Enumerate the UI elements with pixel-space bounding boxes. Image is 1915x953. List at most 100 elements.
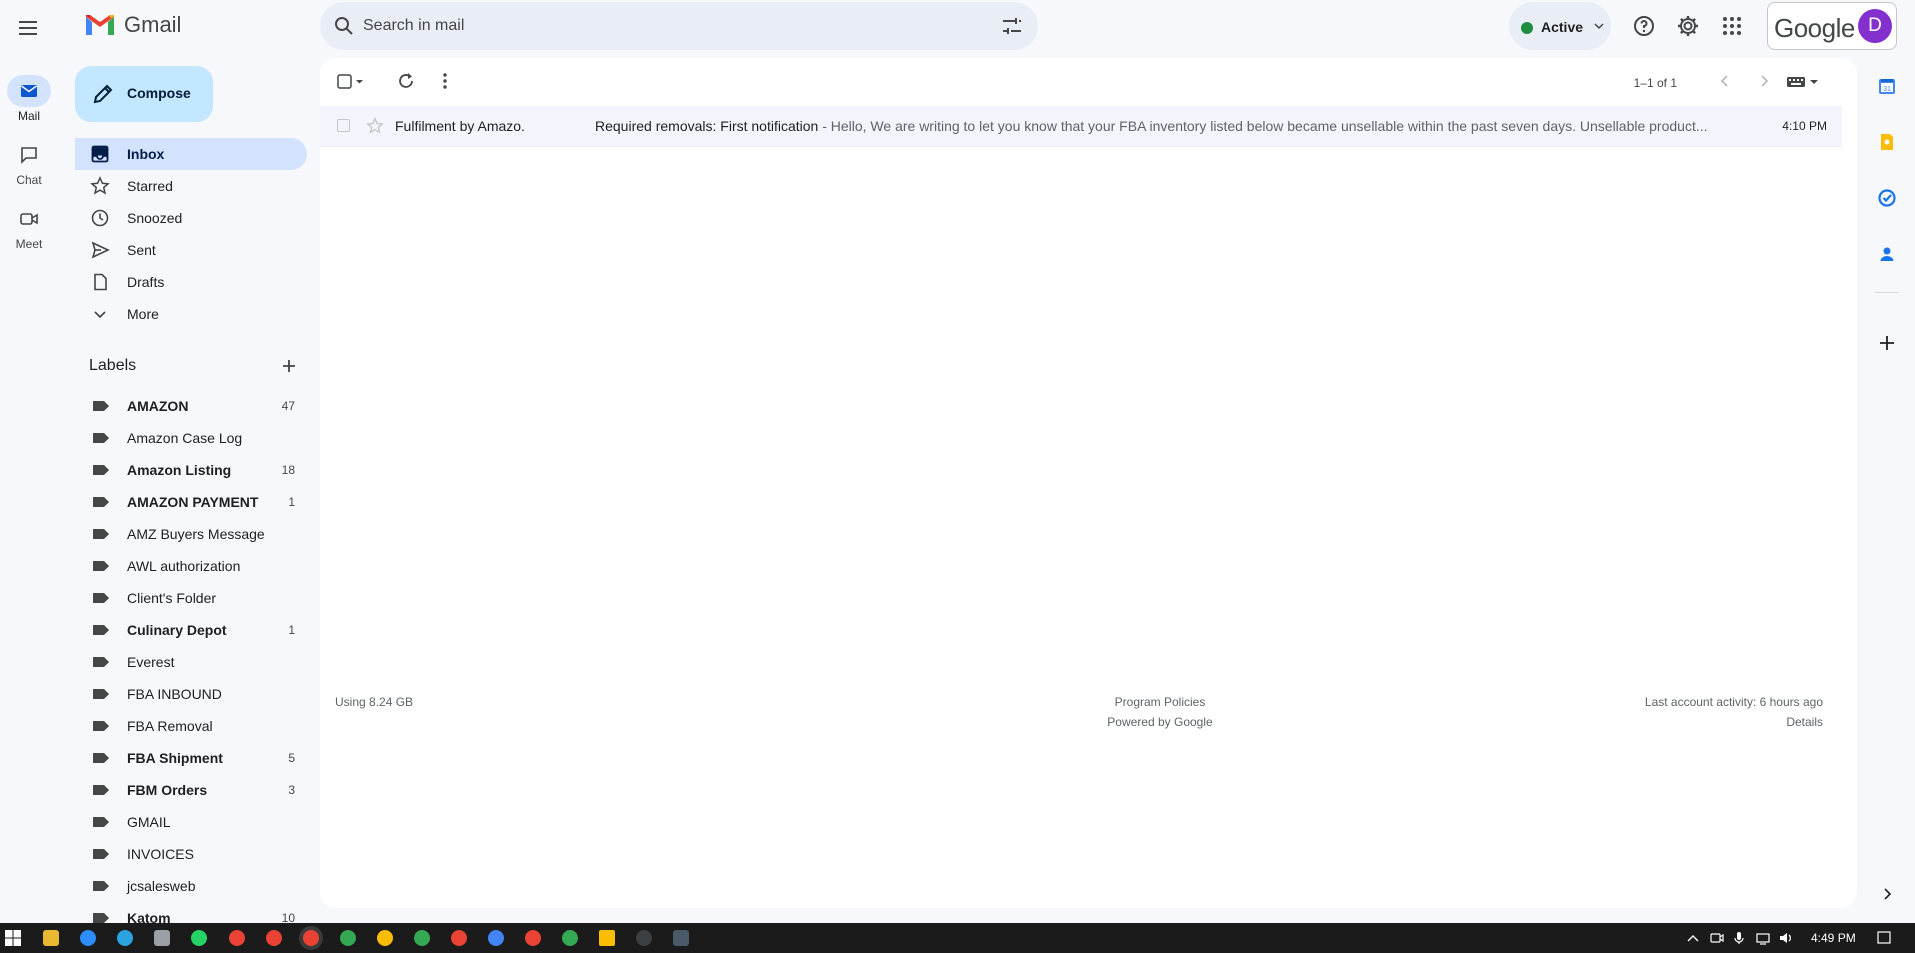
label-item[interactable]: AMAZON 47 [75, 390, 307, 422]
search-bar[interactable]: Search in mail [320, 2, 1038, 50]
email-content: Required removals: First notification - … [595, 118, 1730, 134]
file-explorer-icon[interactable] [43, 930, 59, 946]
chrome-icon[interactable] [266, 930, 282, 946]
chrome-icon[interactable] [229, 930, 245, 946]
nav-inbox-label: Inbox [127, 146, 165, 162]
add-label-icon[interactable] [279, 356, 299, 376]
label-item[interactable]: Culinary Depot 1 [75, 614, 307, 646]
chrome-icon[interactable] [488, 930, 504, 946]
main-menu-button[interactable] [16, 16, 40, 40]
chrome-icon[interactable] [303, 930, 319, 946]
rail-chat[interactable]: Chat [4, 139, 54, 187]
rail-meet[interactable]: Meet [4, 203, 54, 251]
tray-mic-icon[interactable] [1731, 930, 1747, 946]
nav-snoozed[interactable]: Snoozed [75, 202, 307, 234]
windows-start-icon[interactable] [5, 930, 21, 946]
label-item[interactable]: FBA INBOUND [75, 678, 307, 710]
nav-more[interactable]: More [75, 298, 307, 330]
chat-icon [21, 147, 37, 164]
label-item[interactable]: AMAZON PAYMENT 1 [75, 486, 307, 518]
label-count: 5 [288, 751, 295, 765]
notification-center-icon[interactable] [1876, 930, 1892, 946]
label-item[interactable]: Everest [75, 646, 307, 678]
tray-camera-icon[interactable] [1709, 930, 1725, 946]
label-item[interactable]: FBA Shipment 5 [75, 742, 307, 774]
label-item[interactable]: FBA Removal [75, 710, 307, 742]
app-icon[interactable] [636, 930, 652, 946]
tray-chevron-up-icon[interactable] [1685, 930, 1701, 946]
telegram-icon[interactable] [117, 930, 133, 946]
get-addons-plus-icon[interactable] [1871, 327, 1903, 359]
input-tools-keyboard-icon[interactable] [1786, 74, 1820, 90]
label-item[interactable]: jcsalesweb [75, 870, 307, 902]
details-link[interactable]: Details [1786, 715, 1823, 729]
chrome-icon[interactable] [340, 930, 356, 946]
nav-starred[interactable]: Starred [75, 170, 307, 202]
nav-more-label: More [127, 306, 159, 322]
search-input[interactable]: Search in mail [363, 17, 464, 35]
tasks-icon[interactable] [1871, 182, 1903, 214]
pencil-icon [91, 82, 115, 106]
help-icon[interactable] [1632, 14, 1656, 38]
label-item[interactable]: INVOICES [75, 838, 307, 870]
label-item[interactable]: Amazon Listing 18 [75, 454, 307, 486]
keep-icon[interactable] [1871, 126, 1903, 158]
chrome-icon[interactable] [377, 930, 393, 946]
label-name: GMAIL [127, 814, 171, 830]
label-item[interactable]: Amazon Case Log [75, 422, 307, 454]
contacts-icon[interactable] [1871, 238, 1903, 270]
mail-icon [21, 85, 37, 97]
calendar-icon[interactable]: 31 [1871, 70, 1903, 102]
status-dropdown[interactable]: Active [1509, 2, 1611, 50]
chrome-icon[interactable] [414, 930, 430, 946]
prev-page-icon[interactable] [1716, 72, 1734, 90]
label-item[interactable]: FBM Orders 3 [75, 774, 307, 806]
program-policies-link[interactable]: Program Policies [1035, 695, 1285, 709]
label-tag-icon [92, 880, 110, 892]
row-checkbox[interactable] [337, 119, 350, 132]
label-tag-icon [92, 464, 110, 476]
refresh-icon[interactable] [396, 71, 416, 91]
chrome-icon[interactable] [525, 930, 541, 946]
label-name: AMAZON [127, 398, 189, 414]
apps-grid-icon[interactable] [1720, 14, 1744, 38]
calculator-icon[interactable] [673, 930, 689, 946]
star-icon[interactable] [366, 117, 384, 135]
nav-drafts[interactable]: Drafts [75, 266, 307, 298]
label-item[interactable]: Client's Folder [75, 582, 307, 614]
tray-volume-icon[interactable] [1778, 930, 1794, 946]
chrome-icon[interactable] [451, 930, 467, 946]
zoom-icon[interactable] [80, 930, 96, 946]
nav-starred-label: Starred [127, 178, 173, 194]
tray-network-icon[interactable] [1755, 930, 1771, 946]
compose-button[interactable]: Compose [75, 66, 213, 122]
notepad-icon[interactable] [154, 930, 170, 946]
more-vert-icon[interactable] [435, 71, 455, 91]
label-item[interactable]: GMAIL [75, 806, 307, 838]
label-item[interactable]: AMZ Buyers Message [75, 518, 307, 550]
chrome-icon[interactable] [562, 930, 578, 946]
search-icon[interactable] [332, 14, 356, 38]
powered-by-google: Powered by Google [1107, 715, 1213, 729]
whatsapp-icon[interactable] [191, 930, 207, 946]
rail-mail[interactable]: Mail [4, 75, 54, 123]
select-all-checkbox[interactable] [337, 74, 365, 90]
label-tag-icon [92, 816, 110, 828]
status-label: Active [1541, 19, 1584, 35]
nav-sent[interactable]: Sent [75, 234, 307, 266]
label-item[interactable]: AWL authorization [75, 550, 307, 582]
settings-gear-icon[interactable] [1676, 14, 1700, 38]
side-panel-toggle-icon[interactable] [1871, 878, 1903, 910]
app-icon[interactable] [599, 930, 615, 946]
table-row[interactable]: Fulfilment by Amazo. Required removals: … [320, 106, 1842, 147]
label-name: Everest [127, 654, 175, 670]
email-time: 4:10 PM [1782, 119, 1827, 133]
search-options-icon[interactable] [1000, 14, 1024, 38]
nav-sent-label: Sent [127, 242, 156, 258]
gmail-logo[interactable]: Gmail [84, 12, 181, 38]
account-button[interactable]: Google D [1767, 2, 1897, 50]
nav-inbox[interactable]: Inbox [75, 138, 307, 170]
next-page-icon[interactable] [1755, 72, 1773, 90]
avatar: D [1858, 9, 1892, 43]
label-tag-icon [92, 592, 110, 604]
